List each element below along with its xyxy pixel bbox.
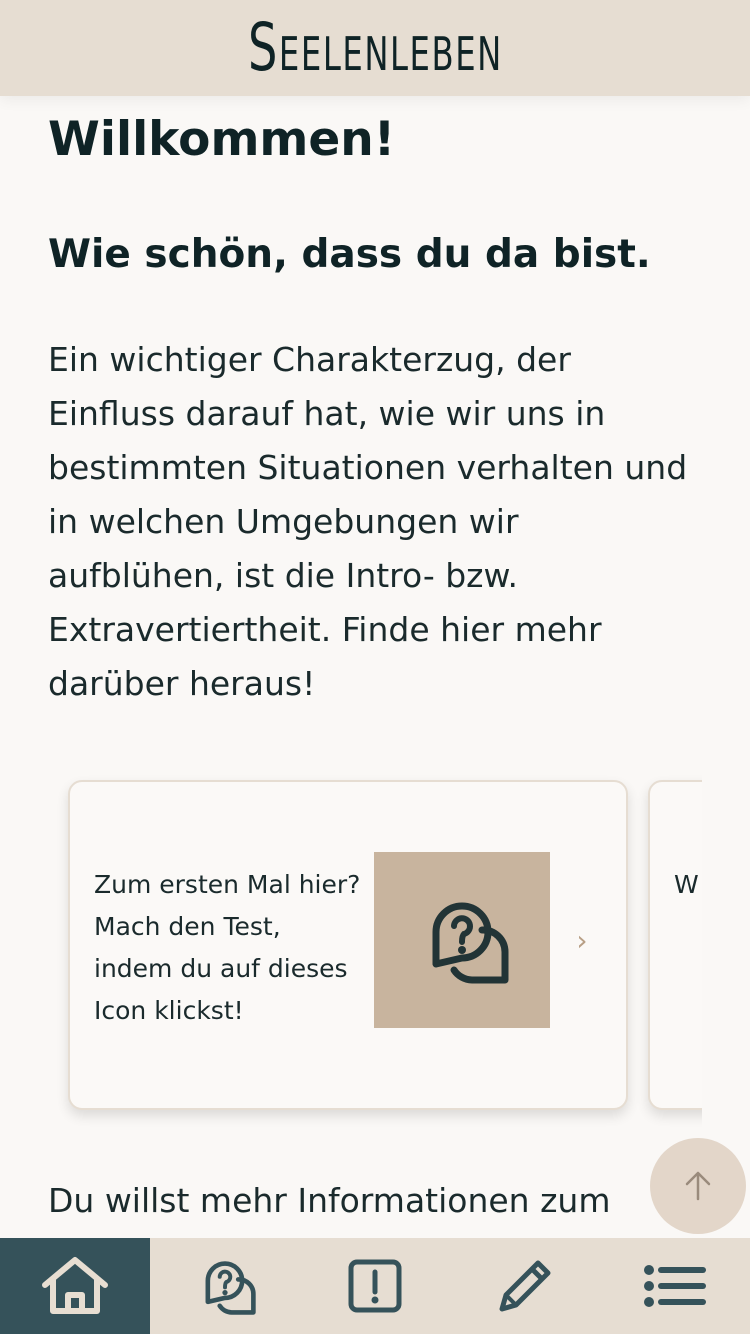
list-icon	[644, 1265, 706, 1307]
carousel-card-next[interactable]: W te di Te	[648, 780, 702, 1110]
arrow-up-icon	[685, 1171, 711, 1201]
carousel-card-test[interactable]: Zum ersten Mal hier? Mach den Test, inde…	[68, 780, 628, 1110]
nav-item-info[interactable]	[300, 1238, 450, 1334]
question-bubbles-icon	[432, 902, 509, 984]
more-info-text: Du willst mehr Informationen zum	[48, 1181, 611, 1220]
card-text: Zum ersten Mal hier? Mach den Test, inde…	[94, 870, 361, 1025]
start-test-button[interactable]	[374, 852, 550, 1028]
question-bubbles-icon	[205, 1261, 256, 1315]
nav-item-journal[interactable]	[450, 1238, 600, 1334]
exclamation-icon	[348, 1259, 402, 1313]
page-title: Willkommen!	[48, 112, 396, 167]
bottom-nav	[0, 1238, 750, 1334]
chevron-right-icon[interactable]: ›	[570, 924, 594, 957]
app-header: Seelenleben	[0, 0, 750, 96]
page-subtitle: Wie schön, dass du da bist.	[48, 232, 651, 278]
nav-item-test[interactable]	[150, 1238, 300, 1334]
scroll-to-top-button[interactable]	[650, 1138, 746, 1234]
home-icon	[42, 1257, 108, 1314]
pencil-icon	[499, 1260, 551, 1312]
nav-item-menu[interactable]	[600, 1238, 750, 1334]
main-content: Willkommen! Wie schön, dass du da bist. …	[48, 112, 708, 711]
card-carousel[interactable]: Zum ersten Mal hier? Mach den Test, inde…	[48, 770, 702, 1130]
nav-item-home[interactable]	[0, 1238, 150, 1334]
card-text: W te di Te	[674, 870, 702, 899]
intro-paragraph: Ein wichtiger Charakterzug, der Einfluss…	[48, 340, 688, 704]
app-logo: Seelenleben	[247, 9, 503, 86]
